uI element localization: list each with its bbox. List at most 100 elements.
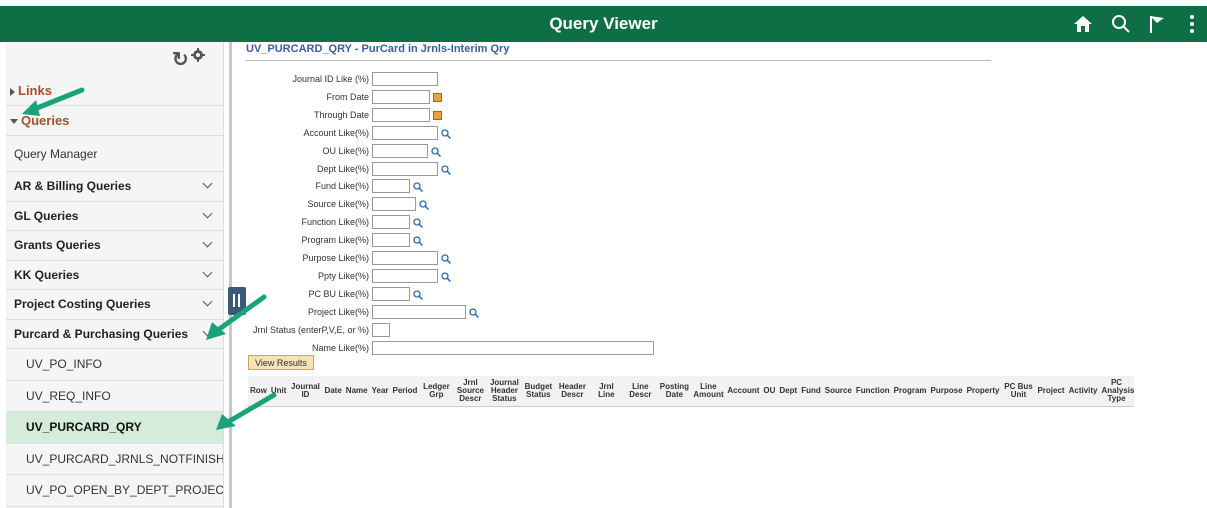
prompt-input[interactable] — [372, 179, 410, 194]
prompt-label-text: Name Like(%) — [311, 342, 369, 353]
column-header[interactable]: Fund — [799, 376, 823, 407]
prompt-label-text: Purpose Like(%) — [302, 253, 369, 263]
column-header[interactable]: Year — [369, 376, 391, 407]
prompt-input[interactable] — [372, 89, 430, 104]
prompt-label: Fund Like(%) — [0, 179, 369, 193]
column-header[interactable]: PC Analysis Type — [1099, 376, 1134, 407]
column-header[interactable]: Activity — [1066, 376, 1100, 407]
results-table: Row Unit Journal ID Date Name Year Period Ledge… — [248, 376, 1134, 407]
prompt-input[interactable] — [372, 304, 466, 319]
query-item[interactable]: UV_PURCARD_JRNLS_NOTFINISHED — [6, 444, 223, 475]
prompt-input[interactable] — [372, 143, 428, 158]
prompt-input[interactable] — [372, 322, 390, 337]
more-vert-icon[interactable] — [1180, 12, 1204, 36]
prompt-label-text: PC BU Like(%) — [308, 288, 369, 299]
prompt-input[interactable] — [372, 161, 438, 176]
column-header[interactable]: Posting Date — [657, 376, 692, 407]
column-header[interactable]: Period — [390, 376, 420, 407]
lookup-icon[interactable] — [441, 272, 451, 282]
column-header[interactable]: Project — [1035, 376, 1067, 407]
prompt-input[interactable] — [372, 251, 438, 265]
prompt-label-text: Through Date — [313, 109, 369, 120]
lookup-icon[interactable] — [441, 164, 451, 175]
prompt-label: Jrnl Status (enterP,V,E, or %) — [0, 323, 369, 337]
flag-icon[interactable] — [1145, 12, 1169, 36]
calendar-icon[interactable] — [433, 92, 442, 102]
column-header[interactable]: Line Amount — [691, 376, 726, 407]
annotation-arrow — [22, 87, 85, 116]
results-header-row: Row Unit Journal ID Date Name Year Period Ledge… — [248, 376, 1134, 407]
annotation-arrow — [206, 294, 267, 340]
sidebar-toolbar: ↻ — [6, 42, 223, 76]
column-header[interactable]: Header Descr — [555, 376, 590, 407]
column-header[interactable]: Dept — [777, 376, 800, 407]
query-item[interactable]: UV_REQ_INFO — [6, 381, 223, 412]
prompt-input[interactable] — [372, 125, 438, 140]
column-header[interactable]: Journal ID — [288, 376, 323, 407]
query-item-selected[interactable]: UV_PURCARD_QRY — [6, 412, 223, 444]
prompt-input[interactable] — [372, 72, 438, 86]
calendar-icon[interactable] — [433, 110, 442, 120]
annotation-arrow — [216, 392, 277, 430]
column-header[interactable]: Line Descr — [623, 376, 658, 407]
prompt-label-text: From Date — [326, 91, 369, 102]
prompt-input[interactable] — [372, 197, 416, 212]
lookup-icon[interactable] — [469, 308, 479, 318]
lookup-icon[interactable] — [413, 182, 423, 193]
prompt-label: Program Like(%) — [0, 233, 369, 247]
lookup-icon[interactable] — [441, 254, 451, 264]
prompt-label: OU Like(%) — [0, 144, 369, 158]
lookup-icon[interactable] — [413, 218, 423, 229]
query-title: UV_PURCARD_QRY - PurCard in Jrnls-Interi… — [246, 43, 510, 55]
home-icon[interactable] — [1071, 12, 1095, 36]
prompt-label: Dept Like(%) — [0, 162, 369, 176]
prompt-label-text: Journal ID Like (%) — [292, 74, 369, 84]
column-header[interactable]: Jrnl Source Descr — [453, 376, 488, 407]
search-icon[interactable] — [1109, 12, 1133, 36]
prompt-label-text: Project Like(%) — [307, 306, 369, 317]
column-header[interactable]: PC Bus Unit — [1001, 376, 1036, 407]
column-header[interactable]: Purpose — [928, 376, 965, 407]
gear-icon[interactable] — [191, 48, 205, 67]
prompt-label: Ppty Like(%) — [0, 269, 369, 283]
prompt-label-text: OU Like(%) — [322, 145, 369, 156]
view-results-button[interactable]: View Results — [248, 355, 314, 370]
prompt-input[interactable] — [372, 107, 430, 122]
prompt-label-text: Jrnl Status (enterP,V,E, or %) — [252, 324, 369, 335]
column-header[interactable]: Function — [853, 376, 892, 407]
prompt-input[interactable] — [372, 286, 410, 301]
column-header[interactable]: Property — [964, 376, 1002, 407]
column-header[interactable]: Budget Status — [521, 376, 556, 407]
title-underline — [246, 60, 991, 61]
prompt-input[interactable] — [372, 340, 654, 355]
prompt-label: Function Like(%) — [0, 215, 369, 229]
lookup-icon[interactable] — [441, 129, 451, 139]
lookup-icon[interactable] — [413, 236, 423, 247]
column-header[interactable]: Journal Header Status — [487, 376, 522, 407]
prompt-label-text: Fund Like(%) — [315, 181, 369, 192]
column-header[interactable]: OU — [761, 376, 778, 407]
prompt-label-text: Program Like(%) — [301, 235, 369, 246]
query-item[interactable]: UV_PO_OPEN_BY_DEPT_PROJECT — [6, 475, 223, 507]
prompt-label: PC BU Like(%) — [0, 287, 369, 301]
refresh-icon[interactable]: ↻ — [172, 47, 189, 72]
column-header[interactable]: Source — [822, 376, 854, 407]
prompt-label-text: Ppty Like(%) — [317, 270, 369, 281]
prompt-label: Account Like(%) — [0, 126, 369, 140]
column-header[interactable]: Date — [322, 376, 344, 407]
column-header[interactable]: Ledger Grp — [419, 376, 454, 407]
column-header[interactable]: Jrnl Line — [589, 376, 624, 407]
lookup-icon[interactable] — [413, 290, 423, 300]
column-header[interactable]: Program — [891, 376, 929, 407]
prompt-input[interactable] — [372, 268, 438, 283]
app-header: Query Viewer — [0, 0, 1207, 42]
column-header[interactable]: Name — [343, 376, 370, 407]
lookup-icon[interactable] — [431, 146, 441, 157]
lookup-icon[interactable] — [419, 200, 429, 211]
prompt-label-text: Function Like(%) — [301, 217, 369, 228]
prompt-label: Source Like(%) — [0, 197, 369, 211]
prompt-input[interactable] — [372, 215, 410, 230]
column-header[interactable]: Account — [725, 376, 762, 407]
prompt-input[interactable] — [372, 233, 410, 248]
prompt-label: Name Like(%) — [0, 341, 369, 355]
